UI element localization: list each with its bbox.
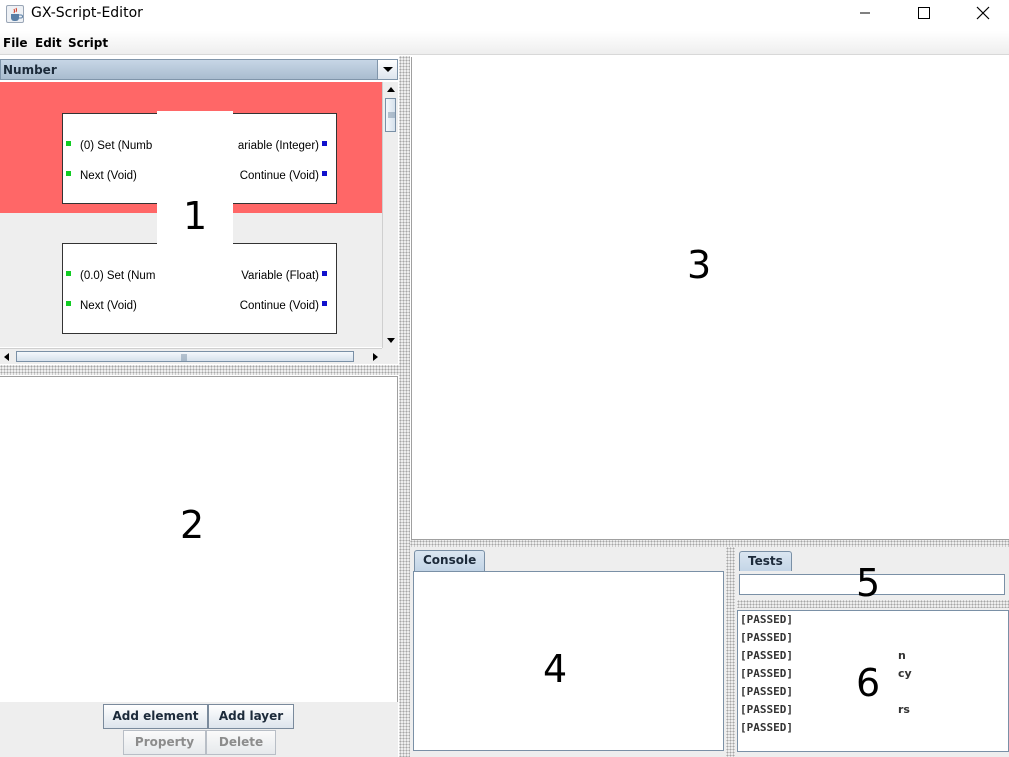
output-pin-icon — [322, 171, 327, 176]
input-pin-icon — [66, 301, 71, 306]
test-result-name: n — [898, 649, 906, 662]
combo-dropdown-button[interactable] — [377, 60, 397, 79]
minimize-icon — [860, 12, 870, 14]
chevron-down-icon — [383, 67, 393, 72]
test-result-status: [PASSED] — [740, 703, 793, 716]
node-input-label: (0.0) Set (Num — [80, 270, 156, 282]
output-pin-icon — [322, 141, 327, 146]
console-output[interactable] — [413, 571, 724, 751]
region-marker-2: 2 — [180, 503, 205, 547]
node-output-label: ariable (Integer) — [237, 140, 319, 152]
add-element-button[interactable]: Add element — [103, 704, 208, 729]
region-marker-1: 1 — [183, 194, 208, 238]
console-tests-split-divider[interactable] — [726, 547, 735, 757]
property-button[interactable]: Property — [123, 730, 206, 755]
add-layer-button[interactable]: Add layer — [208, 704, 294, 729]
region-marker-6: 6 — [856, 661, 881, 705]
close-icon — [976, 6, 990, 20]
node-input-label: Next (Void) — [80, 170, 137, 182]
region-marker-4: 4 — [543, 647, 568, 691]
test-result-status: [PASSED] — [740, 721, 793, 734]
window-title: GX-Script-Editor — [31, 5, 143, 21]
node-output-label: Variable (Float) — [241, 270, 319, 282]
test-result-status: [PASSED] — [740, 613, 793, 626]
tab-console[interactable]: Console — [414, 550, 486, 571]
node-output-label: Continue (Void) — [239, 170, 319, 182]
category-combobox[interactable]: Number — [0, 59, 398, 80]
region-marker-3: 3 — [687, 243, 712, 287]
menu-file[interactable]: File — [3, 36, 28, 50]
tab-tests[interactable]: Tests — [739, 551, 792, 572]
scroll-left-icon[interactable] — [0, 349, 14, 365]
script-editor-canvas[interactable] — [411, 57, 1009, 540]
vertical-split-divider[interactable] — [399, 56, 410, 757]
scrollbar-corner — [382, 348, 398, 364]
maximize-button[interactable] — [900, 0, 946, 28]
output-pin-icon — [322, 301, 327, 306]
maximize-icon — [918, 7, 930, 19]
palette-vertical-scrollbar[interactable] — [382, 82, 398, 348]
test-result-status: [PASSED] — [740, 649, 793, 662]
test-result-name: rs — [898, 703, 910, 716]
scrollbar-thumb[interactable] — [16, 351, 354, 362]
close-button[interactable] — [958, 0, 1004, 28]
test-result-name: cy — [898, 667, 912, 680]
grip-icon — [388, 112, 395, 118]
scroll-right-icon[interactable] — [368, 349, 382, 365]
grip-icon — [181, 354, 187, 361]
palette-horizontal-scrollbar[interactable] — [0, 348, 382, 364]
output-pin-icon — [322, 271, 327, 276]
category-selected-value: Number — [3, 63, 57, 77]
menu-script[interactable]: Script — [68, 36, 108, 50]
title-bar: GX-Script-Editor — [0, 0, 1009, 28]
menu-bar: File Edit Script — [0, 31, 1009, 55]
test-result-status: [PASSED] — [740, 631, 793, 644]
test-result-status: [PASSED] — [740, 685, 793, 698]
scrollbar-thumb[interactable] — [385, 98, 396, 132]
menu-edit[interactable]: Edit — [35, 36, 62, 50]
right-horizontal-split-divider[interactable] — [410, 540, 1009, 547]
panel-button-bar: Add element Add layer Property Delete — [0, 702, 398, 757]
java-cup-icon — [6, 5, 24, 23]
minimize-button[interactable] — [842, 0, 888, 28]
input-pin-icon — [66, 171, 71, 176]
node-input-label: (0) Set (Numb — [80, 140, 153, 152]
scroll-up-icon[interactable] — [383, 82, 399, 96]
node-input-label: Next (Void) — [80, 300, 137, 312]
input-pin-icon — [66, 271, 71, 276]
input-pin-icon — [66, 141, 71, 146]
node-output-label: Continue (Void) — [239, 300, 319, 312]
left-horizontal-split-divider[interactable] — [0, 365, 399, 375]
test-result-status: [PASSED] — [740, 667, 793, 680]
delete-button[interactable]: Delete — [206, 730, 276, 755]
region-marker-5: 5 — [856, 561, 881, 605]
scroll-down-icon[interactable] — [383, 334, 399, 348]
